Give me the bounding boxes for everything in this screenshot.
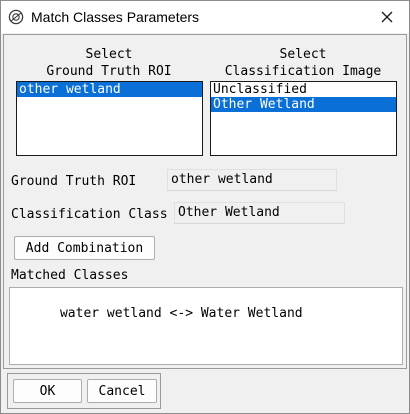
- classification-heading-line1: Select: [279, 47, 327, 62]
- app-icon: [8, 9, 24, 25]
- classification-heading-line2: Classification Image: [224, 64, 382, 79]
- ground-truth-heading-line2: Ground Truth ROI: [46, 64, 172, 79]
- button-bar: OK Cancel: [7, 373, 161, 409]
- ground-truth-field-label: Ground Truth ROI: [11, 174, 137, 189]
- ok-button[interactable]: OK: [13, 379, 82, 403]
- title-bar[interactable]: Match Classes Parameters: [1, 1, 409, 33]
- add-combination-button[interactable]: Add Combination: [14, 236, 155, 260]
- close-icon: [381, 11, 393, 23]
- ground-truth-heading-line1: Select: [85, 47, 133, 62]
- classification-list[interactable]: Unclassified Other Wetland: [210, 81, 397, 156]
- classification-field: Other Wetland: [174, 202, 345, 224]
- window-title: Match Classes Parameters: [31, 9, 200, 25]
- classification-field-label: Classification Class: [11, 207, 168, 222]
- classification-item-other-wetland[interactable]: Other Wetland: [211, 97, 396, 112]
- ground-truth-list[interactable]: other wetland: [16, 81, 203, 156]
- main-panel: Select Ground Truth ROI other wetland Se…: [3, 34, 407, 369]
- classification-heading: Select Classification Image: [210, 46, 396, 80]
- ground-truth-field: other wetland: [167, 169, 337, 191]
- ground-truth-item[interactable]: other wetland: [17, 82, 202, 97]
- close-button[interactable]: [365, 1, 409, 33]
- classification-item-unclassified[interactable]: Unclassified: [211, 82, 396, 97]
- ground-truth-heading: Select Ground Truth ROI: [16, 46, 202, 80]
- matched-classes-entry[interactable]: water wetland <-> Water Wetland: [60, 306, 303, 321]
- cancel-button[interactable]: Cancel: [87, 379, 157, 403]
- dialog-window: Match Classes Parameters Select Ground T…: [0, 0, 410, 414]
- matched-classes-label: Matched Classes: [11, 268, 129, 283]
- matched-classes-list[interactable]: water wetland <-> Water Wetland: [9, 287, 403, 365]
